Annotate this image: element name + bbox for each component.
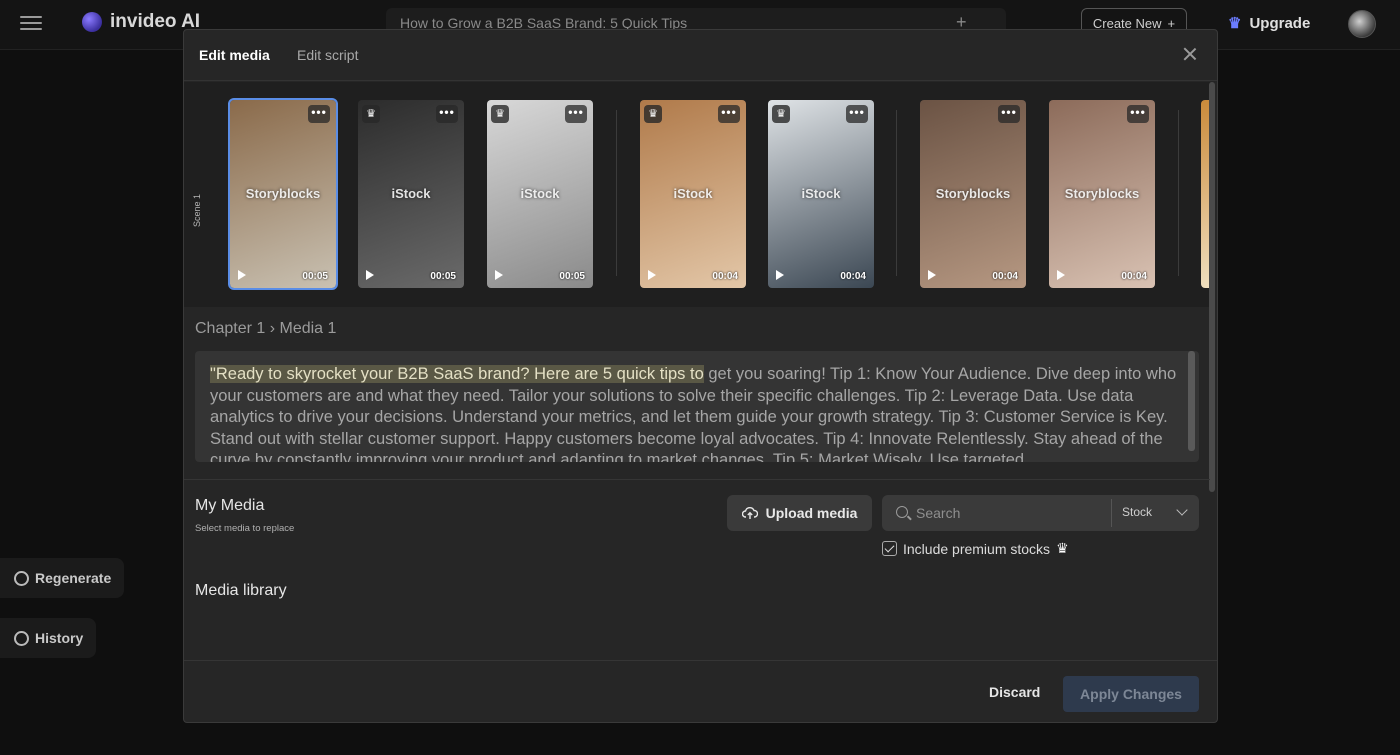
crown-icon: ♛ <box>491 105 509 123</box>
more-options-icon[interactable]: ••• <box>308 105 330 123</box>
premium-stocks-label: Include premium stocks <box>903 540 1051 557</box>
provider-label: Storyblocks <box>935 186 1011 201</box>
search-input[interactable] <box>916 503 1106 523</box>
my-media-title: My Media <box>195 497 265 514</box>
play-icon[interactable] <box>366 270 374 280</box>
scene-label: Scene 1 <box>192 193 202 227</box>
more-options-icon[interactable]: ••• <box>436 105 458 123</box>
scene-separator <box>896 110 897 276</box>
provider-label: iStock <box>391 186 431 201</box>
history-button[interactable]: History <box>0 618 96 658</box>
script-text-area[interactable]: "Ready to skyrocket your B2B SaaS brand?… <box>195 351 1199 462</box>
play-icon[interactable] <box>928 270 936 280</box>
media-thumbnail[interactable]: ••• Storyblocks 00:05 <box>228 98 338 290</box>
duration-label: 00:05 <box>430 271 456 282</box>
upload-media-button[interactable]: Upload media <box>727 495 872 531</box>
avatar[interactable] <box>1348 10 1376 38</box>
search-icon <box>896 506 908 518</box>
play-icon[interactable] <box>495 270 503 280</box>
tab-edit-script[interactable]: Edit script <box>297 47 358 63</box>
upgrade-label: Upgrade <box>1249 14 1311 32</box>
script-scrollbar[interactable] <box>1188 351 1195 451</box>
duration-label: 00:05 <box>559 271 585 282</box>
edit-media-modal: Edit media Edit script Scene 1 ••• Storyb… <box>183 29 1218 723</box>
duration-label: 00:04 <box>840 271 866 282</box>
premium-stocks-checkbox[interactable] <box>882 541 897 556</box>
regenerate-button[interactable]: Regenerate <box>0 558 124 598</box>
divider <box>184 479 1210 480</box>
provider-label: Storyblocks <box>1064 186 1140 201</box>
source-select[interactable]: Stock <box>1122 505 1152 519</box>
scene-separator <box>616 110 617 276</box>
media-thumbnail[interactable]: ♛ ••• iStock 00:04 <box>768 100 874 288</box>
crown-icon: ♛ <box>362 105 380 123</box>
clock-icon <box>14 630 29 646</box>
scene-separator <box>1178 110 1179 276</box>
script-text: "Ready to skyrocket your B2B SaaS brand?… <box>210 364 1184 462</box>
media-thumbnail[interactable]: ••• Storyblocks 00:04 <box>1049 100 1155 288</box>
search-box: Stock <box>882 495 1199 531</box>
more-options-icon[interactable]: ••• <box>846 105 868 123</box>
provider-label: iStock <box>801 186 841 201</box>
more-options-icon[interactable]: ••• <box>1127 105 1149 123</box>
upgrade-button[interactable]: ♛ Upgrade <box>1228 14 1311 33</box>
modal-scrollbar[interactable] <box>1209 82 1215 492</box>
more-options-icon[interactable]: ••• <box>998 105 1020 123</box>
media-thumbnail[interactable]: ••• Storyblocks 00:04 <box>920 100 1026 288</box>
history-label: History <box>35 630 84 646</box>
breadcrumb: Chapter 1 › Media 1 <box>195 320 337 337</box>
duration-label: 00:05 <box>302 271 328 282</box>
media-thumbnail[interactable]: ♛ ••• iStock 00:05 <box>358 100 464 288</box>
provider-label: iStock <box>520 186 560 201</box>
more-options-icon[interactable]: ••• <box>565 105 587 123</box>
close-icon[interactable] <box>1182 46 1198 62</box>
play-icon[interactable] <box>1057 270 1065 280</box>
logo-icon <box>82 12 102 32</box>
refresh-icon <box>14 570 29 586</box>
duration-label: 00:04 <box>1121 271 1147 282</box>
media-thumbnail[interactable]: ♛ ••• iStock 00:04 <box>640 100 746 288</box>
crown-icon: ♛ <box>772 105 790 123</box>
media-library-title: Media library <box>195 582 287 599</box>
media-strip: Scene 1 ••• Storyblocks 00:05 ♛ ••• iStock 00:… <box>184 82 1210 307</box>
premium-stocks-option[interactable]: Include premium stocks ♛ <box>882 540 1069 557</box>
crown-icon: ♛ <box>644 105 662 123</box>
modal-footer: Discard Apply Changes <box>184 660 1217 722</box>
tab-edit-media[interactable]: Edit media <box>199 47 270 63</box>
media-thumbnail[interactable]: ♛ ••• iStock 00:05 <box>487 100 593 288</box>
brand-logo[interactable]: invideo AI <box>82 11 200 33</box>
regenerate-label: Regenerate <box>35 570 112 586</box>
more-options-icon[interactable]: ••• <box>718 105 740 123</box>
search-separator <box>1111 499 1112 527</box>
play-icon[interactable] <box>648 270 656 280</box>
menu-icon[interactable] <box>20 12 42 32</box>
modal-header: Edit media Edit script <box>184 30 1217 81</box>
chevron-down-icon[interactable] <box>1176 504 1188 516</box>
play-icon[interactable] <box>776 270 784 280</box>
provider-label: iStock <box>673 186 713 201</box>
my-media-subtitle: Select media to replace <box>195 523 295 534</box>
upload-media-label: Upload media <box>765 505 858 521</box>
provider-label: Storyblocks <box>245 186 321 201</box>
duration-label: 00:04 <box>992 271 1018 282</box>
play-icon[interactable] <box>238 270 246 280</box>
cloud-upload-icon <box>741 507 758 519</box>
discard-button[interactable]: Discard <box>989 684 1040 700</box>
apply-changes-button[interactable]: Apply Changes <box>1063 676 1199 712</box>
crown-icon: ♛ <box>1056 540 1069 556</box>
crown-icon: ♛ <box>1228 15 1242 32</box>
duration-label: 00:04 <box>712 271 738 282</box>
highlighted-script-text: "Ready to skyrocket your B2B SaaS brand?… <box>210 365 704 383</box>
